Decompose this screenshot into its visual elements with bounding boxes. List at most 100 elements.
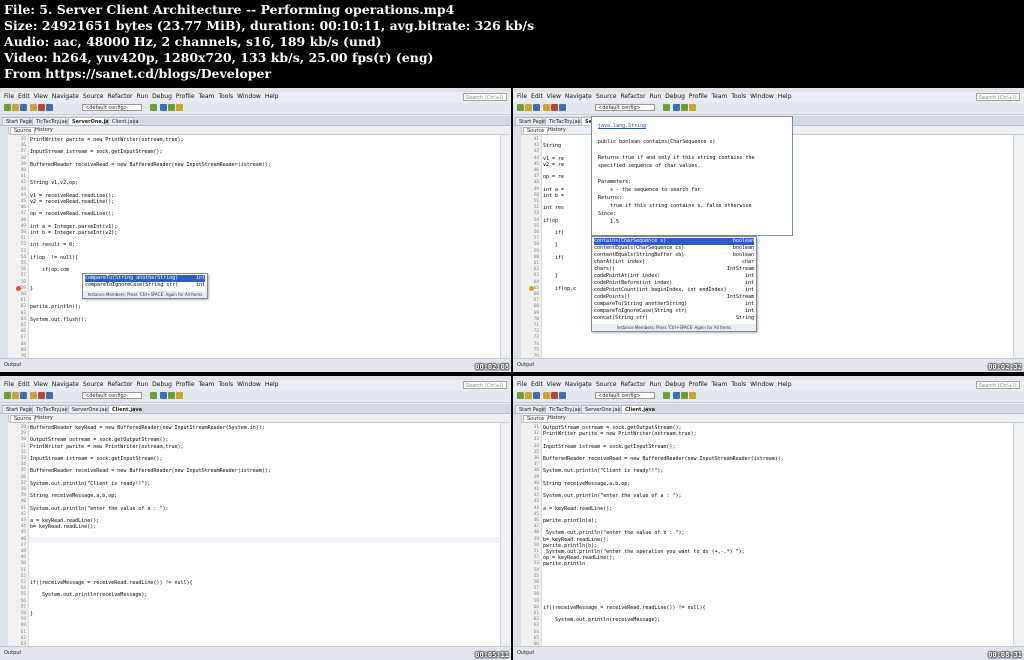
file-tab[interactable]: ServerOne.java [581,405,624,413]
menu-item[interactable]: Debug [665,93,685,100]
completion-item[interactable]: compareToIgnoreCase(String str) [594,308,754,315]
file-tab[interactable]: Start Page [2,117,32,125]
menu-item[interactable]: Edit [531,93,543,100]
menu-item[interactable]: Window [750,381,774,388]
toolbar-icon[interactable] [176,104,183,111]
menu-item[interactable]: Run [650,381,662,388]
config-select[interactable]: <default config> [82,104,142,111]
menu-item[interactable]: Source [83,93,104,100]
menu-item[interactable]: File [4,381,14,388]
file-tab[interactable]: TicTacToy.java [32,405,71,413]
menu-item[interactable]: View [547,93,561,100]
toolbar-icon[interactable] [176,392,183,399]
menu-item[interactable]: Team [712,381,728,388]
toolbar-icon[interactable] [559,104,566,111]
warning-marker-icon[interactable] [529,285,534,291]
toolbar-icon[interactable] [533,392,540,399]
menu-item[interactable]: Edit [18,381,30,388]
file-tab[interactable]: TicTacToy.java [545,405,584,413]
toolbar-icon[interactable] [20,392,27,399]
file-tab[interactable]: Client.java [108,117,139,125]
toolbar-icon[interactable] [160,104,167,111]
file-tab[interactable]: ServerOne.java [68,117,115,125]
output-tab[interactable]: Output [517,361,534,369]
file-tab[interactable]: Client.java [108,405,142,413]
menu-item[interactable]: Window [750,93,774,100]
history-button[interactable]: History [545,127,569,133]
menu-item[interactable]: Window [237,381,261,388]
file-tab[interactable]: TicTacToy.java [545,117,584,125]
toolbar-icon[interactable] [46,392,53,399]
config-select[interactable]: <default config> [82,392,142,399]
search-input[interactable]: Search (Ctrl+I) [463,93,507,101]
menu-item[interactable]: Navigate [565,381,592,388]
code-editor[interactable] [29,135,501,359]
menu-item[interactable]: Source [83,381,104,388]
menu-item[interactable]: Window [237,93,261,100]
menu-item[interactable]: Profile [176,381,195,388]
output-tab[interactable]: Output [4,361,21,369]
code-completion-popup[interactable]: contains(CharSequence s) boolean contentEq… [591,236,757,332]
toolbar-icon[interactable] [559,392,566,399]
menu-item[interactable]: Team [712,93,728,100]
completion-item[interactable]: codePointBefore(int index) [594,280,754,287]
editor-scrollbar[interactable] [500,135,511,359]
menu-item[interactable]: Tools [218,93,233,100]
toolbar-icon[interactable] [525,104,532,111]
completion-item[interactable]: contentEquals(CharSequence cs) [594,245,754,252]
file-tab[interactable]: Start Page [515,405,545,413]
menu-item[interactable]: Source [596,93,617,100]
menu-item[interactable]: View [34,93,48,100]
completion-item[interactable]: codePointAt(int index) [594,273,754,280]
toolbar-icon[interactable] [160,392,167,399]
toolbar-icon[interactable] [681,104,688,111]
toolbar-icon[interactable] [168,104,175,111]
toolbar-icon[interactable] [663,104,670,111]
toolbar-icon[interactable] [38,392,45,399]
menu-item[interactable]: Edit [18,93,30,100]
menu-item[interactable]: Debug [665,381,685,388]
completion-item[interactable]: codePointCount(int beginIndex, int endIn… [594,287,754,294]
editor-scrollbar[interactable] [500,423,511,647]
completion-item[interactable]: concat(String str) [594,315,754,322]
menu-item[interactable]: Team [199,381,215,388]
menu-item[interactable]: Source [596,381,617,388]
file-tab[interactable]: Start Page [2,405,32,413]
toolbar-icon[interactable] [551,104,558,111]
menu-item[interactable]: File [517,93,527,100]
menu-item[interactable]: Debug [152,93,172,100]
config-select[interactable]: <default config> [595,392,655,399]
toolbar-icon[interactable] [30,392,37,399]
toolbar-icon[interactable] [525,392,532,399]
menu-item[interactable]: Run [137,93,149,100]
history-button[interactable]: History [545,415,569,421]
menu-item[interactable]: Run [650,93,662,100]
toolbar-icon[interactable] [551,392,558,399]
toolbar-icon[interactable] [663,392,670,399]
completion-item[interactable]: contains(CharSequence s) [594,238,754,245]
code-completion-popup[interactable]: compareTo(String anotherString) int compar… [82,273,208,300]
history-button[interactable]: History [32,415,56,421]
toolbar-icon[interactable] [150,392,157,399]
menu-item[interactable]: View [547,381,561,388]
toolbar-icon[interactable] [46,104,53,111]
search-input[interactable]: Search (Ctrl+I) [976,381,1020,389]
file-tab[interactable]: Start Page [515,117,545,125]
toolbar-icon[interactable] [543,104,550,111]
toolbar-icon[interactable] [673,392,680,399]
output-tab[interactable]: Output [517,649,534,657]
menu-item[interactable]: Tools [218,381,233,388]
menu-item[interactable]: File [517,381,527,388]
completion-item[interactable]: compareTo(String anotherString) [594,301,754,308]
toolbar-icon[interactable] [4,104,11,111]
completion-item[interactable]: charAt(int index) [594,259,754,266]
menu-item[interactable]: Refactor [620,381,645,388]
toolbar-icon[interactable] [4,392,11,399]
toolbar-icon[interactable] [168,392,175,399]
toolbar-icon[interactable] [20,104,27,111]
file-tab[interactable]: ServerOne.java [68,405,111,413]
completion-item[interactable]: compareTo(String anotherString) [85,275,205,283]
menu-item[interactable]: Navigate [565,93,592,100]
file-tab[interactable]: TicTacToy.java [32,117,71,125]
toolbar-icon[interactable] [689,392,696,399]
